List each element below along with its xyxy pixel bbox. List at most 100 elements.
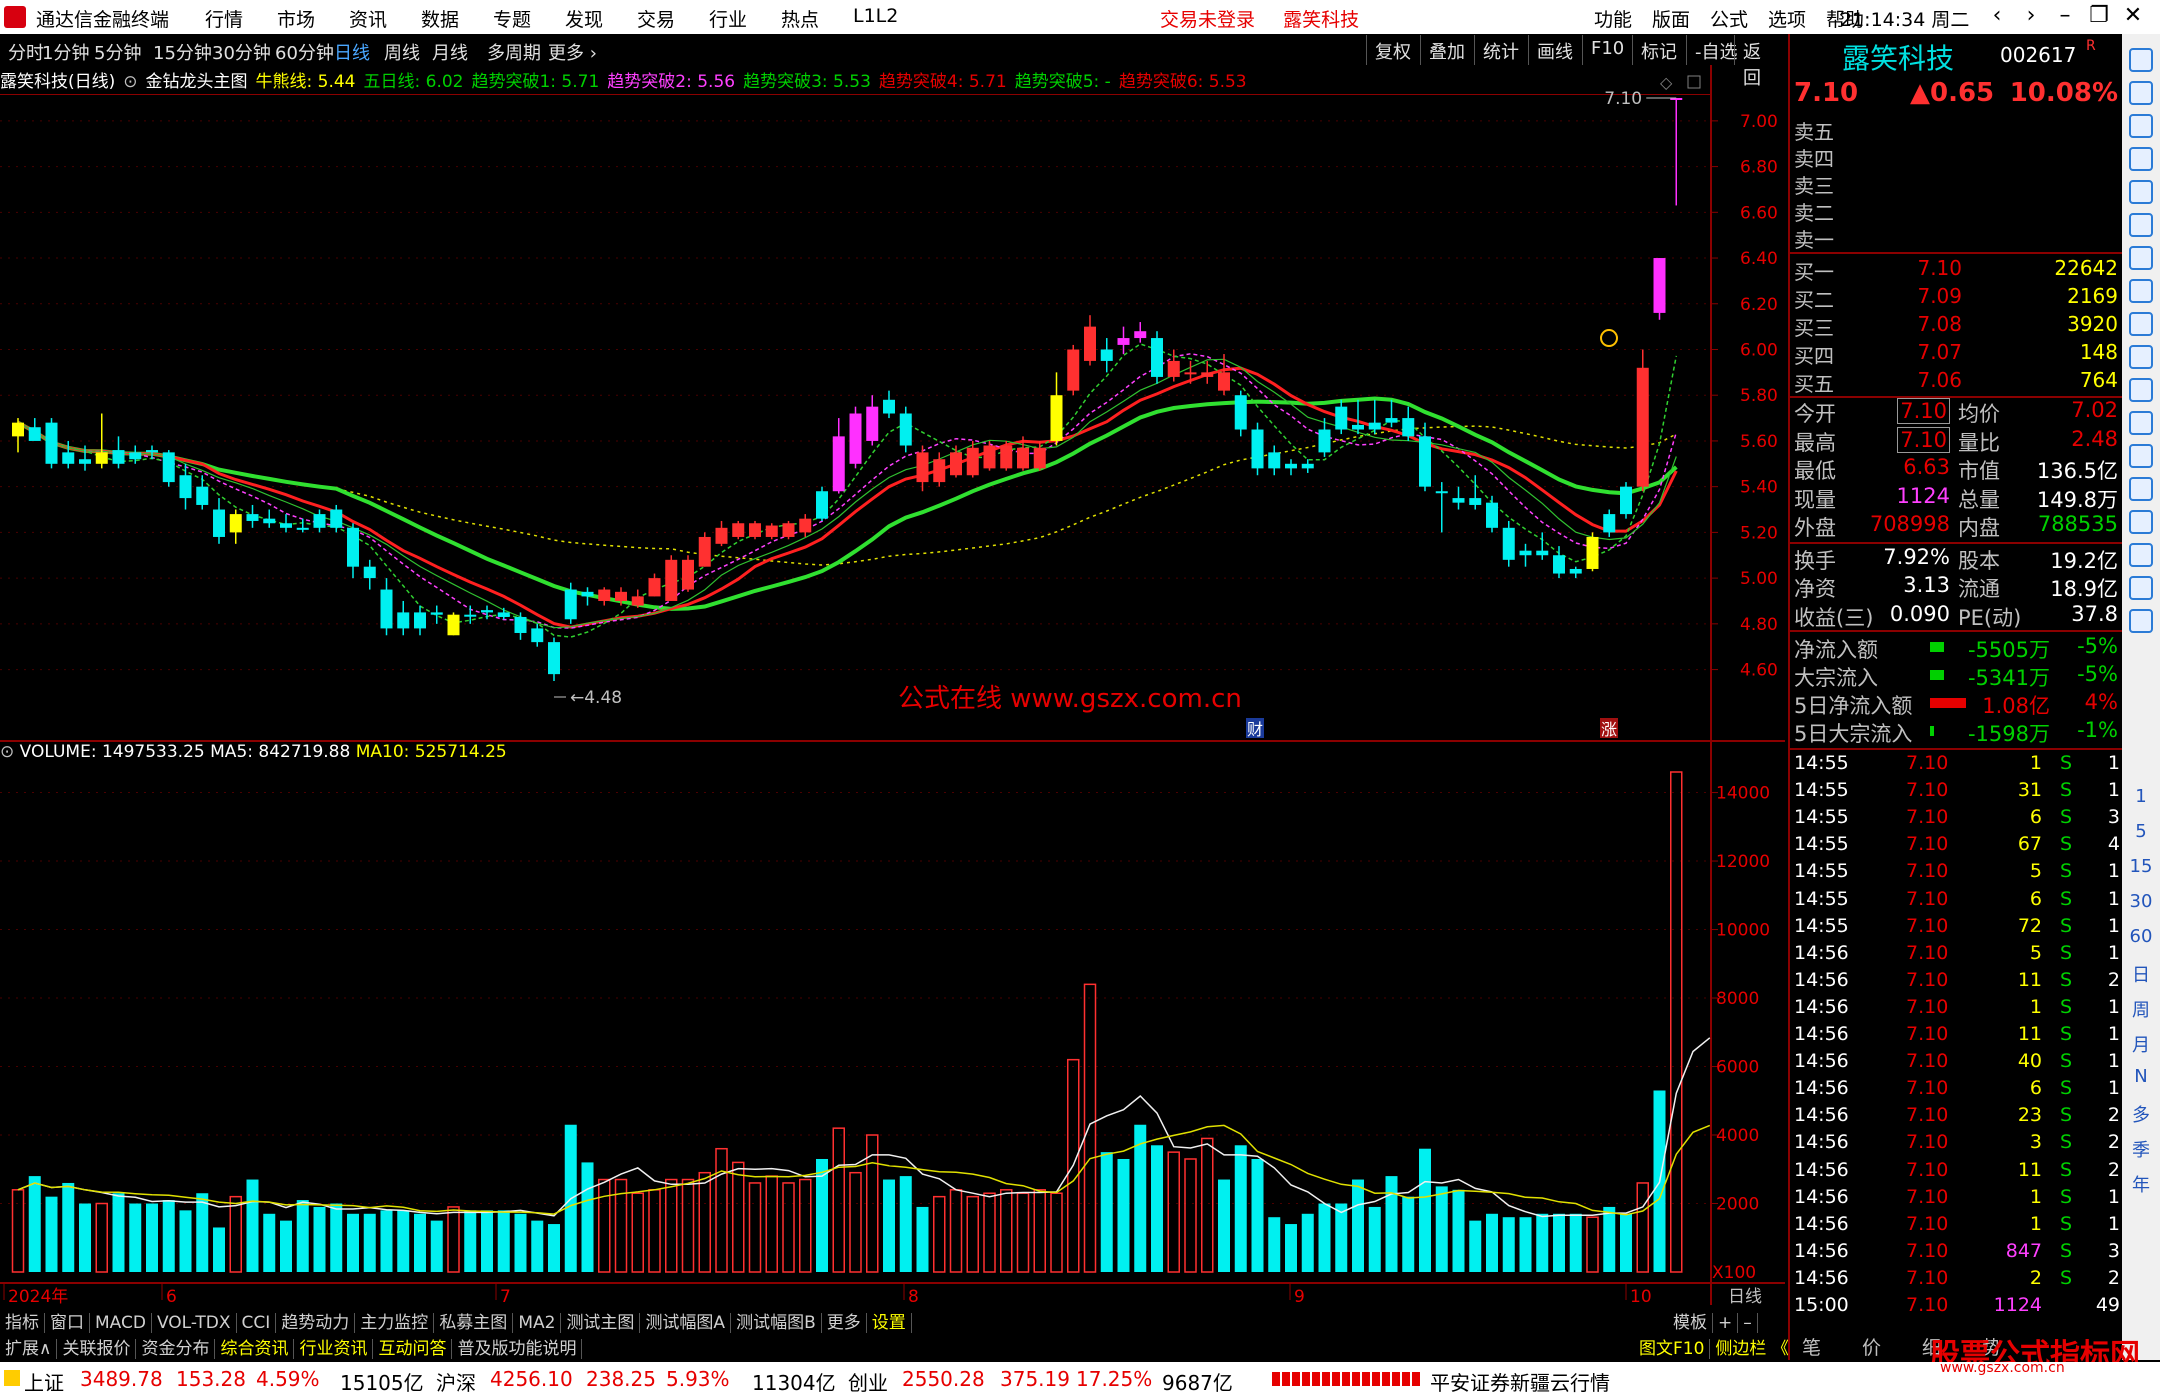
ask-row-3[interactable]: 卖二 <box>1790 197 2122 225</box>
candle-body[interactable] <box>1469 498 1482 505</box>
candle-body[interactable] <box>1318 429 1331 453</box>
candle-body[interactable] <box>1301 463 1314 469</box>
candle-body[interactable] <box>1218 372 1230 391</box>
candle-body[interactable] <box>732 523 745 537</box>
candle-body[interactable] <box>548 642 560 675</box>
f9-icon[interactable] <box>2129 378 2153 402</box>
candle-body[interactable] <box>296 527 309 530</box>
candle-body[interactable] <box>95 452 108 464</box>
minimize-icon[interactable]: – <box>2048 3 2082 28</box>
candle-body[interactable] <box>665 559 678 601</box>
back-icon[interactable]: ‹ <box>1980 3 2014 28</box>
f5-icon[interactable] <box>2129 576 2153 600</box>
move-icon[interactable] <box>2129 510 2153 534</box>
up-icon[interactable] <box>2129 48 2153 72</box>
indicator-tab-9[interactable]: 测试主图 <box>561 1313 641 1333</box>
indicator-tab-5[interactable]: 趋势动力 <box>276 1313 356 1333</box>
candle-body[interactable] <box>1368 422 1381 430</box>
up-icon[interactable] <box>2129 81 2153 105</box>
forward-icon[interactable]: › <box>2014 3 2048 28</box>
candle-body[interactable] <box>1050 395 1063 441</box>
candle-body[interactable] <box>1536 550 1549 556</box>
bid-row-3[interactable]: 买四 7.07 148 <box>1790 340 2122 368</box>
template-tab-0[interactable]: 模板 <box>1668 1313 1713 1333</box>
candle-body[interactable] <box>765 525 778 537</box>
candle-body[interactable] <box>1251 429 1264 469</box>
grid-icon[interactable] <box>2129 609 2153 633</box>
candle-body[interactable] <box>1519 550 1532 556</box>
template-tab-1[interactable]: + <box>1713 1313 1739 1333</box>
candle-body[interactable] <box>213 509 225 537</box>
news-icon[interactable] <box>2129 312 2153 336</box>
candle-body[interactable] <box>1134 331 1147 339</box>
candle-body[interactable] <box>280 523 292 528</box>
candle-body[interactable] <box>950 452 962 476</box>
candle-body[interactable] <box>146 450 158 453</box>
tick-tab-0[interactable]: 笔 <box>1802 1333 1821 1360</box>
candle-body[interactable] <box>1268 452 1281 469</box>
candle-body[interactable] <box>1285 463 1297 469</box>
candle-body[interactable] <box>62 452 75 464</box>
side-period-5[interactable]: 日 <box>2122 961 2160 987</box>
candle-body[interactable] <box>1184 372 1197 375</box>
side-period-10[interactable]: 季 <box>2122 1136 2160 1162</box>
candle-body[interactable] <box>1084 326 1096 361</box>
candle-body[interactable] <box>330 509 343 528</box>
indicator-tab-10[interactable]: 测试幅图A <box>640 1313 732 1333</box>
info-tab-0[interactable]: 扩展∧ <box>0 1339 58 1359</box>
candle-body[interactable] <box>715 527 728 544</box>
close-icon[interactable]: ✕ <box>2116 3 2150 28</box>
list-icon[interactable] <box>2129 246 2153 270</box>
candle-body[interactable] <box>883 399 895 414</box>
template-tab-2[interactable]: – <box>1738 1313 1758 1333</box>
candle-body[interactable] <box>1067 349 1080 391</box>
candle-body[interactable] <box>162 452 175 483</box>
ask-row-4[interactable]: 卖一 <box>1790 224 2122 252</box>
candle-body[interactable] <box>514 616 527 633</box>
candle-body[interactable] <box>263 518 276 524</box>
candle-body[interactable] <box>313 514 326 528</box>
indicator-tab-3[interactable]: VOL-TDX <box>151 1313 237 1333</box>
candle-body[interactable] <box>196 486 209 505</box>
candle-body[interactable] <box>983 445 996 469</box>
sidebar-tab-1[interactable]: 侧边栏 《 <box>1710 1339 1795 1359</box>
rsi-icon[interactable] <box>2129 477 2153 501</box>
candle-body[interactable] <box>899 413 912 446</box>
side-period-0[interactable]: 1 <box>2122 786 2160 807</box>
candle-body[interactable] <box>464 614 477 617</box>
bid-row-4[interactable]: 买五 7.06 764 <box>1790 368 2122 396</box>
candle-body[interactable] <box>1502 527 1515 560</box>
sidebar-tab-0[interactable]: 图文F10 <box>1634 1339 1711 1359</box>
collapse-icon[interactable]: ⊙ <box>0 742 14 762</box>
candle-body[interactable] <box>1636 367 1649 487</box>
clock-icon[interactable] <box>2129 411 2153 435</box>
trade-icon[interactable] <box>2129 345 2153 369</box>
settings-icon[interactable] <box>2129 444 2153 468</box>
candle-body[interactable] <box>531 628 544 643</box>
restore-icon[interactable]: ❐ <box>2082 3 2116 28</box>
info-tab-1[interactable]: 关联报价 <box>57 1339 137 1359</box>
candle-body[interactable] <box>1620 486 1632 515</box>
side-period-11[interactable]: 年 <box>2122 1171 2160 1197</box>
candle-body[interactable] <box>933 459 946 483</box>
indicator-tab-11[interactable]: 测试幅图B <box>731 1313 822 1333</box>
candle-body[interactable] <box>447 614 460 636</box>
info-tab-2[interactable]: 资金分布 <box>136 1339 216 1359</box>
candle-body[interactable] <box>414 612 426 629</box>
candle-body[interactable] <box>1419 436 1431 487</box>
indicator-tab-6[interactable]: 主力监控 <box>355 1313 435 1333</box>
tick-tab-1[interactable]: 价 <box>1862 1333 1881 1360</box>
chart-window-icon[interactable] <box>1687 75 1701 89</box>
candle-body[interactable] <box>347 527 359 567</box>
side-period-1[interactable]: 5 <box>2122 821 2160 842</box>
candle-body[interactable] <box>179 475 192 499</box>
candle-body[interactable] <box>1653 258 1666 313</box>
candle-body[interactable] <box>1151 338 1163 377</box>
candle-body[interactable] <box>799 518 812 533</box>
candle-body[interactable] <box>380 589 393 629</box>
candle-body[interactable] <box>1000 445 1013 469</box>
candle-body[interactable] <box>246 514 259 521</box>
bid-row-1[interactable]: 买二 7.09 2169 <box>1790 284 2122 312</box>
candle-body[interactable] <box>581 591 594 597</box>
candle-body[interactable] <box>1352 424 1364 430</box>
